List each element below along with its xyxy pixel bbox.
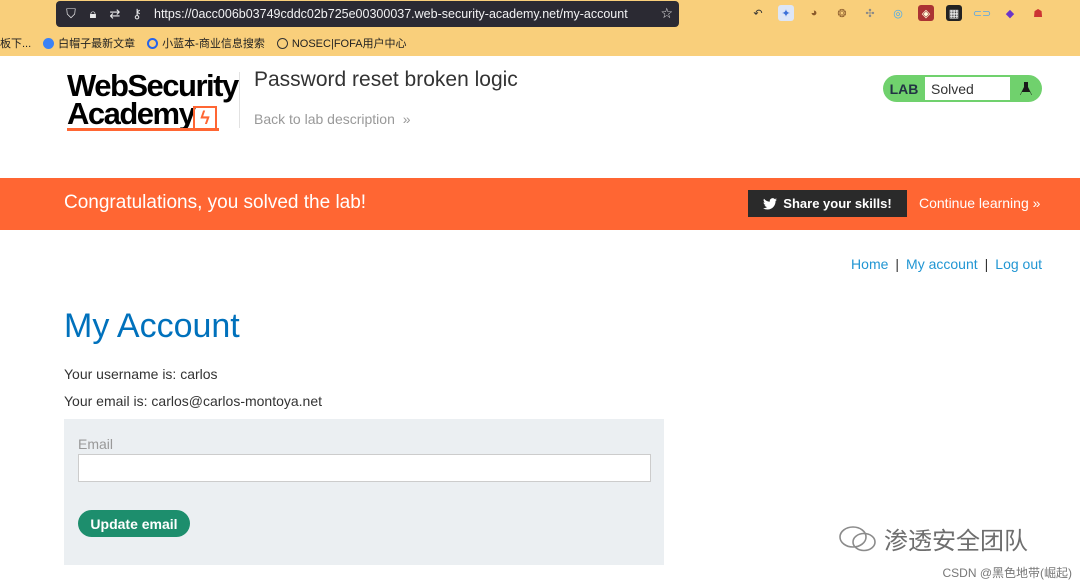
congrats-message: Congratulations, you solved the lab! [64, 192, 367, 213]
lab-status-text: Solved [925, 77, 1010, 100]
share-skills-button[interactable]: Share your skills! [748, 190, 907, 217]
continue-learning-link[interactable]: Continue learning » [919, 195, 1040, 211]
nav-my-account-link[interactable]: My account [906, 256, 978, 272]
username-text: Your username is: carlos [64, 366, 218, 382]
shield-icon[interactable]: ⛉ [64, 6, 78, 22]
bookmark-label: 白帽子最新文章 [58, 38, 136, 50]
watermark-text: 渗透安全团队 [884, 528, 1028, 555]
extension-puzzle-icon[interactable]: ✣ [862, 5, 878, 21]
nav-log-out-link[interactable]: Log out [995, 256, 1042, 272]
browser-toolbar: ⛉ 🔒︎ ⇄ ⚷ https://0acc006b03749cddc02b725… [0, 0, 1080, 56]
bookmark-label: NOSEC|FOFA用户中心 [291, 38, 407, 50]
address-bar[interactable]: ⛉ 🔒︎ ⇄ ⚷ https://0acc006b03749cddc02b725… [56, 1, 679, 27]
twitter-icon [763, 197, 778, 209]
back-arrow-icon[interactable]: ↶ [750, 5, 766, 21]
bookmarks-bar: 板下... 白帽子最新文章 小蓝本-商业信息搜索 NOSEC|FOFA用户中心 [0, 34, 419, 52]
back-link-label: Back to lab description [254, 111, 395, 127]
lock-icon[interactable]: 🔒︎ [86, 6, 100, 22]
solved-banner: Congratulations, you solved the lab! Sha… [0, 178, 1080, 230]
logo-bolt-icon: ϟ [193, 106, 217, 130]
extension-toolbar: ↶ ✦ ◕ ❂ ✣ ◎ ◈ ▦ ⊂⊃ ◆ ☗ [750, 5, 1046, 21]
nav-separator: | [984, 256, 989, 272]
permissions-icon[interactable]: ⇄ [108, 6, 122, 22]
bookmark-item[interactable]: NOSEC|FOFA用户中心 [276, 35, 407, 51]
bookmark-label: 小蓝本-商业信息搜索 [162, 38, 265, 50]
bookmark-item[interactable]: 小蓝本-商业信息搜索 [147, 35, 265, 51]
extension-hat-icon[interactable]: ☗ [1030, 5, 1046, 21]
url-text[interactable]: https://0acc006b03749cddc02b725e00300037… [154, 7, 628, 21]
email-text: Your email is: carlos@carlos-montoya.net [64, 393, 323, 409]
extension-dark-icon[interactable]: ▦ [946, 5, 962, 21]
email-field-label: Email [78, 436, 114, 452]
page-title: My Account [64, 307, 240, 345]
share-label: Share your skills! [783, 196, 892, 211]
double-chevron-icon: » [1032, 195, 1041, 211]
wechat-watermark: 渗透安全团队 [838, 521, 1028, 556]
header-divider [239, 72, 240, 128]
bookmark-favicon-icon [43, 37, 55, 49]
extension-cookie2-icon[interactable]: ❂ [834, 5, 850, 21]
update-email-form: Email Update email [64, 419, 664, 565]
lab-title: Password reset broken logic [254, 68, 518, 91]
bookmark-favicon-icon [147, 37, 159, 49]
extension-toggle-icon[interactable]: ⊂⊃ [973, 5, 991, 21]
nav-home-link[interactable]: Home [851, 256, 888, 272]
bookmark-item[interactable]: 白帽子最新文章 [43, 35, 135, 51]
extension-bookmark-icon[interactable]: ✦ [778, 5, 794, 21]
csdn-credit: CSDN @黑色地带(崛起) [942, 566, 1072, 580]
double-chevron-icon: » [402, 111, 411, 127]
lab-badge: LAB [889, 80, 919, 97]
wechat-icon [839, 525, 876, 551]
bookmark-item[interactable]: 板下... [0, 35, 31, 51]
key-icon[interactable]: ⚷ [130, 6, 144, 22]
back-to-lab-link[interactable]: Back to lab description » [254, 111, 411, 127]
continue-label: Continue learning [919, 195, 1029, 211]
account-nav: Home | My account | Log out [851, 256, 1042, 272]
extension-cookie-icon[interactable]: ◕ [806, 5, 822, 21]
lab-status-widget: LAB Solved [883, 75, 1042, 102]
email-input[interactable] [78, 454, 651, 482]
globe-icon [276, 37, 288, 49]
flask-icon [1010, 75, 1042, 102]
extension-diamond-icon[interactable]: ◆ [1002, 5, 1018, 21]
extension-circle-icon[interactable]: ◎ [890, 5, 906, 21]
update-email-button[interactable]: Update email [78, 510, 190, 537]
nav-separator: | [895, 256, 900, 272]
extension-red-icon[interactable]: ◈ [918, 5, 934, 21]
bookmark-label: 板下... [0, 38, 32, 50]
bookmark-star-icon[interactable]: ☆ [660, 5, 673, 22]
